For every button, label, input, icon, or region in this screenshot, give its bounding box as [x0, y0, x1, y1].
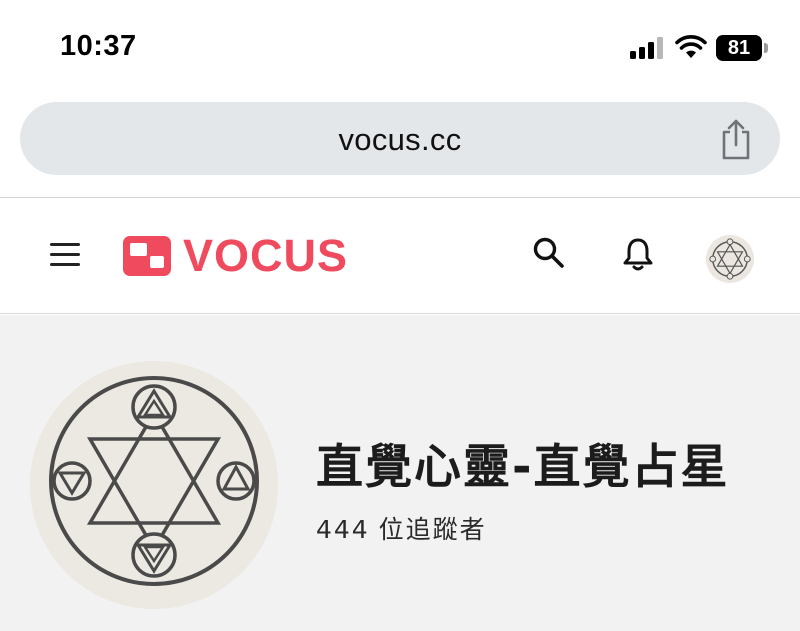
profile-name: 直覺心靈-直覺占星 [316, 440, 730, 495]
user-avatar[interactable] [706, 235, 754, 283]
site-header: VOCUS [0, 198, 800, 314]
battery-level: 81 [716, 35, 762, 61]
profile-avatar [30, 361, 278, 609]
hexagram-avatar-icon [49, 376, 259, 586]
profile-section: 直覺心靈-直覺占星 444 位追蹤者 [0, 315, 800, 631]
address-url[interactable]: vocus.cc [20, 122, 780, 158]
bell-icon[interactable] [622, 236, 654, 272]
vocus-logo[interactable]: VOCUS [123, 230, 349, 281]
battery-icon: 81 [716, 35, 768, 61]
share-icon[interactable] [720, 118, 752, 160]
vocus-logo-mark-icon [123, 236, 171, 276]
logo-text: VOCUS [183, 230, 349, 281]
follower-count[interactable]: 444 位追蹤者 [316, 510, 487, 546]
wifi-icon [675, 35, 707, 58]
follower-count-label: 位追蹤者 [378, 515, 487, 544]
cellular-signal-icon [630, 37, 666, 59]
status-bar: 10:37 81 [0, 0, 800, 96]
hamburger-menu-icon[interactable] [50, 243, 80, 267]
status-time: 10:37 [60, 30, 137, 62]
search-icon[interactable] [532, 236, 566, 270]
hexagram-avatar-icon [709, 238, 751, 280]
follower-count-number: 444 [316, 515, 370, 544]
address-bar[interactable]: vocus.cc [20, 102, 780, 175]
